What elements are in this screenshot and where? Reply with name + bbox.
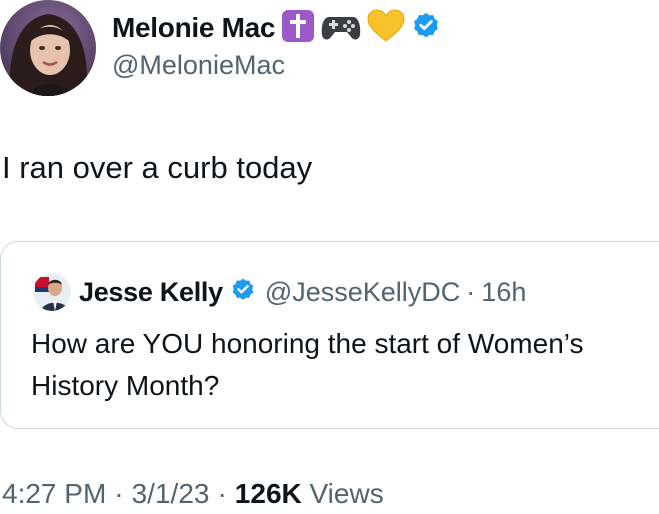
quoted-author-avatar[interactable] [33, 273, 71, 311]
author-avatar[interactable] [0, 0, 96, 96]
quoted-separator: · [466, 276, 476, 307]
tweet-header: Melonie Mac @MelonieMac [0, 0, 659, 100]
quoted-tweet-time[interactable]: 16h [481, 277, 526, 308]
verified-badge-icon[interactable] [230, 277, 256, 308]
quoted-tweet-text-line: History Month? [31, 370, 220, 401]
quoted-author-name[interactable]: Jesse Kelly [79, 277, 223, 308]
meta-separator: · [217, 478, 227, 509]
latin-cross-icon [281, 9, 315, 48]
views-count[interactable]: 126K [235, 478, 302, 509]
game-controller-icon [321, 9, 361, 48]
author-handle[interactable]: @MelonieMac [112, 50, 285, 81]
quoted-tweet-text-line: How are YOU honoring the start of Women’… [31, 328, 584, 359]
tweet-text: I ran over a curb today [2, 150, 313, 185]
meta-separator: · [114, 478, 124, 509]
author-name-row: Melonie Mac [112, 8, 441, 48]
yellow-heart-icon [367, 8, 405, 48]
tweet-meta: 4:27 PM · 3/1/23 · 126K Views [2, 478, 384, 510]
quoted-tweet-card[interactable]: Jesse Kelly @JesseKellyDC · 16h How are … [0, 241, 659, 429]
quoted-author-handle[interactable]: @JesseKellyDC [265, 277, 460, 308]
views-label[interactable]: Views [310, 478, 384, 509]
quoted-tweet-header: Jesse Kelly @JesseKellyDC · 16h [33, 272, 526, 312]
quoted-tweet-text: How are YOU honoring the start of Women’… [31, 323, 659, 407]
tweet-time[interactable]: 4:27 PM [2, 478, 106, 509]
author-display-name[interactable]: Melonie Mac [112, 12, 275, 44]
tweet-date[interactable]: 3/1/23 [132, 478, 210, 509]
verified-badge-icon[interactable] [411, 11, 441, 46]
